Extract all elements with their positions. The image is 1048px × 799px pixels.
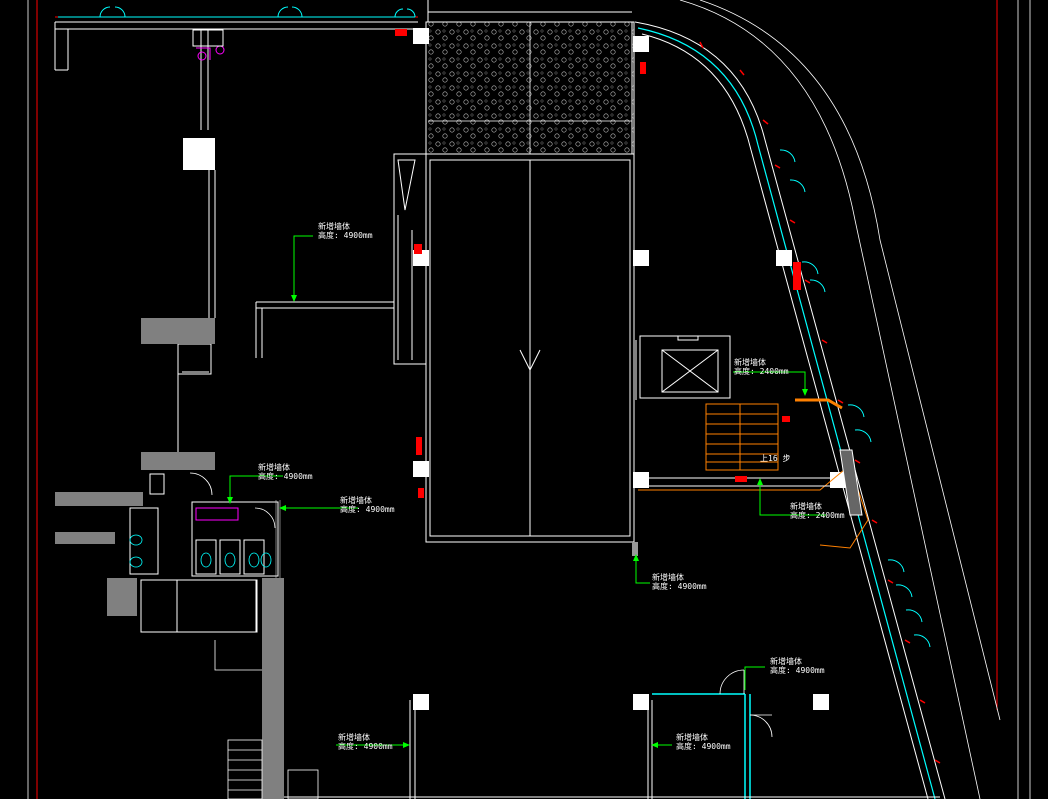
annotation-label: 新增墙体 高度: 4900mm [770, 657, 825, 675]
annotation-height: 高度: 4900mm [770, 666, 825, 675]
annotation-title: 新增墙体 [318, 222, 350, 231]
annotation-label: 新增墙体 高度: 4900mm [258, 463, 313, 481]
annotation-label: 新增墙体 高度: 2400mm [790, 502, 845, 520]
annotation-title: 新增墙体 [734, 358, 766, 367]
annotation-title: 新增墙体 [338, 733, 370, 742]
annotation-height: 高度: 4900mm [318, 231, 373, 240]
annotation-label: 新增墙体 高度: 4900mm [318, 222, 373, 240]
annotation-height: 高度: 4900mm [652, 582, 707, 591]
annotation-label: 新增墙体 高度: 4900mm [340, 496, 395, 514]
annotation-label: 新增墙体 高度: 4900mm [338, 733, 393, 751]
annotation-title: 新增墙体 [258, 463, 290, 472]
annotation-title: 新增墙体 [770, 657, 802, 666]
atrium-void [425, 153, 635, 543]
annotation-label: 新增墙体 高度: 4900mm [652, 573, 707, 591]
floor-plan-drawing: 上16 步 [27, 0, 1031, 799]
curved-glass-facade [634, 21, 946, 799]
concrete-walls [55, 318, 284, 799]
top-glass-curtain [58, 6, 416, 18]
annotation-title: 新增墙体 [676, 733, 708, 742]
annotation-height: 高度: 2400mm [734, 367, 789, 376]
annotation-title: 新增墙体 [790, 502, 822, 511]
magenta-fixtures [196, 45, 225, 61]
leader-arrowheads [227, 295, 808, 748]
stair-label: 上16 步 [760, 454, 790, 463]
annotation-title: 新增墙体 [340, 496, 372, 505]
annotation-label: 新增墙体 高度: 2400mm [734, 358, 789, 376]
annotation-height: 高度: 4900mm [340, 505, 395, 514]
annotation-label: 新增墙体 高度: 4900mm [676, 733, 731, 751]
annotation-height: 高度: 4900mm [258, 472, 313, 481]
elevator-shaft [639, 335, 731, 399]
annotation-title: 新增墙体 [652, 573, 684, 582]
annotation-height: 高度: 4900mm [338, 742, 393, 751]
annotation-height: 高度: 2400mm [790, 511, 845, 520]
annotation-height: 高度: 4900mm [676, 742, 731, 751]
